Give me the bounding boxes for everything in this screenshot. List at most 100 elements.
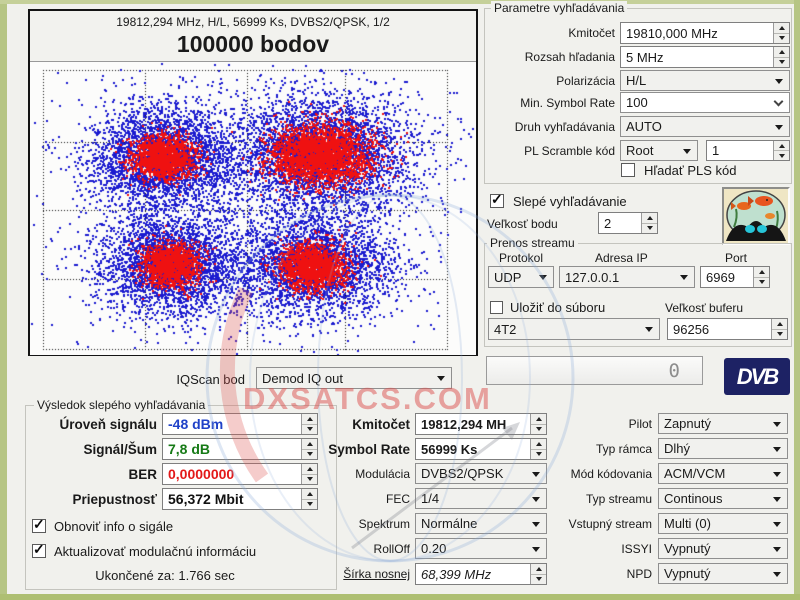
constellation-points-count: 100000 bodov <box>30 31 476 58</box>
find-pls-checkbox[interactable] <box>621 163 635 177</box>
fec-value: 1/4 <box>421 491 439 506</box>
pl-scramble-code-field[interactable]: 1 <box>706 140 790 161</box>
carrier-width-label: Šírka nosnej <box>240 567 410 581</box>
blind-scan-results-title: Výsledok slepého vyhľadávania <box>34 398 208 412</box>
aquarium-cat-logo-image <box>722 187 790 245</box>
spin-up-icon[interactable] <box>759 270 765 274</box>
input-stream-label: Vstupný stream <box>520 517 652 531</box>
tuned-frequency-label: Kmitočet <box>240 417 410 432</box>
checkmark-icon: ✓ <box>33 541 45 558</box>
aquarium-cat-graphic <box>724 189 788 243</box>
chevron-down-icon[interactable] <box>774 96 784 106</box>
throughput-value: 56,372 Mbit <box>168 491 243 507</box>
modulation-value: DVBS2/QPSK <box>421 466 503 481</box>
update-modulation-info-checkbox[interactable]: ✓ <box>32 544 46 558</box>
signal-level-label: Úroveň signálu <box>25 417 157 432</box>
dvb-logo: DVB <box>724 358 790 395</box>
pl-scramble-spinner[interactable] <box>773 141 789 160</box>
iqscan-point-dropdown[interactable]: Demod IQ out <box>256 367 452 389</box>
coding-mode-dropdown[interactable]: ACM/VCM <box>658 463 788 484</box>
frame-border-top <box>0 0 800 4</box>
spin-up-icon[interactable] <box>647 216 653 220</box>
device-dropdown[interactable]: 4T2 <box>488 318 660 340</box>
input-stream-dropdown[interactable]: Multi (0) <box>658 513 788 534</box>
search-range-field[interactable]: 5 MHz <box>620 46 790 68</box>
spin-down-icon[interactable] <box>777 332 783 336</box>
pl-scramble-mode-dropdown[interactable]: Root <box>620 140 698 161</box>
tuned-frequency-value: 19812,294 MH <box>421 417 506 432</box>
pl-scramble-code-value: 1 <box>712 143 719 158</box>
issyi-dropdown[interactable]: Vypnutý <box>658 538 788 559</box>
save-to-file-checkbox[interactable] <box>490 301 503 314</box>
checkmark-icon: ✓ <box>33 516 45 533</box>
pl-scramble-label: PL Scramble kód <box>484 144 615 158</box>
spin-up-icon[interactable] <box>779 26 785 30</box>
polarization-value: H/L <box>626 73 646 88</box>
stream-type-label: Typ streamu <box>520 492 652 506</box>
dot-size-spinner[interactable] <box>641 213 657 233</box>
input-stream-value: Multi (0) <box>664 516 711 531</box>
issyi-label: ISSYI <box>520 542 652 556</box>
min-symbol-rate-combo[interactable]: 100 <box>620 92 790 113</box>
polarization-dropdown[interactable]: H/L <box>620 70 790 91</box>
buffer-size-field[interactable]: 96256 <box>667 318 788 340</box>
signal-level-value: -48 dBm <box>168 416 223 432</box>
snr-label: Signál/Šum <box>25 442 157 457</box>
progress-bar: 0 <box>486 356 703 385</box>
fec-label: FEC <box>240 492 410 506</box>
dot-size-field[interactable]: 2 <box>598 212 658 234</box>
refresh-signal-info-checkbox[interactable]: ✓ <box>32 519 46 533</box>
coding-mode-label: Mód kódovania <box>520 467 652 481</box>
spin-down-icon[interactable] <box>647 226 653 230</box>
iqscan-point-value: Demod IQ out <box>262 371 343 386</box>
frame-border-left <box>0 0 7 600</box>
search-params-group-title: Parametre vyhľadávania <box>491 1 627 15</box>
pilot-dropdown[interactable]: Zapnutý <box>658 413 788 434</box>
search-range-label: Rozsah hľadania <box>484 50 615 64</box>
spin-up-icon[interactable] <box>777 322 783 326</box>
blind-scan-window: 19812,294 MHz, H/L, 56999 Ks, DVBS2/QPSK… <box>0 0 800 600</box>
ber-value: 0,0000000 <box>168 466 234 482</box>
frequency-label: Kmitočet <box>484 26 615 40</box>
throughput-label: Priepustnosť <box>25 492 157 507</box>
blind-search-checkbox[interactable]: ✓ <box>490 194 504 208</box>
iq-constellation-canvas <box>30 61 476 355</box>
buffer-size-spinner[interactable] <box>771 319 787 339</box>
search-range-spinner[interactable] <box>773 47 789 67</box>
search-type-dropdown[interactable]: AUTO <box>620 116 790 137</box>
frame-type-label: Typ rámca <box>520 442 652 456</box>
frequency-field[interactable]: 19810,000 MHz <box>620 22 790 44</box>
protocol-dropdown[interactable]: UDP <box>488 266 554 288</box>
device-value: 4T2 <box>494 322 516 337</box>
dot-size-value: 2 <box>604 216 611 231</box>
frequency-spinner[interactable] <box>773 23 789 43</box>
ip-address-column-label: Adresa IP <box>595 251 648 265</box>
port-spinner[interactable] <box>753 267 769 287</box>
npd-label: NPD <box>520 567 652 581</box>
coding-mode-value: ACM/VCM <box>664 466 725 481</box>
port-value: 6969 <box>706 270 735 285</box>
stream-type-dropdown[interactable]: Continous <box>658 488 788 509</box>
buffer-size-label: Veľkosť buferu <box>665 301 743 315</box>
symbol-rate-label: Symbol Rate <box>240 442 410 457</box>
dvb-logo-text: DVB <box>737 364 777 390</box>
rolloff-value: 0.20 <box>421 541 446 556</box>
spin-up-icon[interactable] <box>779 50 785 54</box>
progress-digit: 0 <box>669 360 680 382</box>
pilot-value: Zapnutý <box>664 416 711 431</box>
port-field[interactable]: 6969 <box>700 266 770 288</box>
pl-scramble-mode-value: Root <box>626 143 653 158</box>
ip-address-dropdown[interactable]: 127.0.0.1 <box>559 266 695 288</box>
npd-dropdown[interactable]: Vypnutý <box>658 563 788 584</box>
spin-down-icon[interactable] <box>779 154 785 158</box>
frequency-value: 19810,000 MHz <box>626 26 718 41</box>
spin-down-icon[interactable] <box>759 280 765 284</box>
spin-down-icon[interactable] <box>779 36 785 40</box>
frame-type-dropdown[interactable]: Dlhý <box>658 438 788 459</box>
blind-search-label: Slepé vyhľadávanie <box>513 194 627 209</box>
spin-down-icon[interactable] <box>779 60 785 64</box>
refresh-signal-info-label: Obnoviť info o sigále <box>54 519 173 534</box>
spin-up-icon[interactable] <box>779 144 785 148</box>
frame-border-bottom <box>0 594 800 600</box>
ber-label: BER <box>25 467 157 482</box>
